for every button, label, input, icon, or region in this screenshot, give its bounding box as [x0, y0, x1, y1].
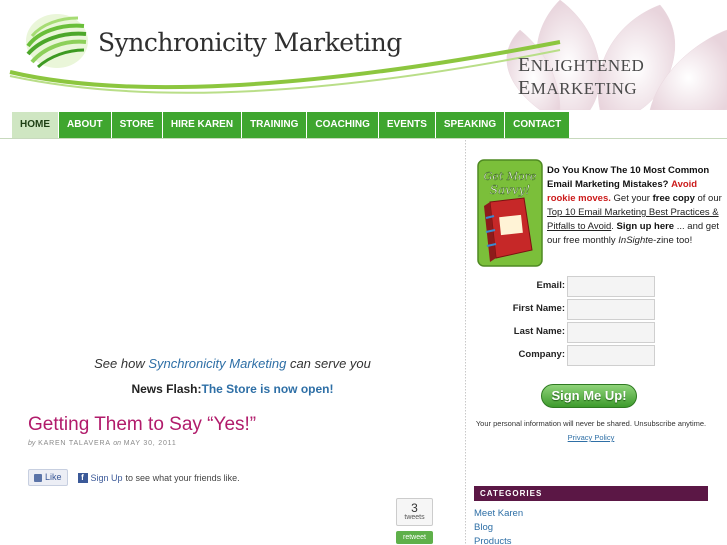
store-open-link[interactable]: The Store is now open!	[202, 382, 334, 396]
last-name-field[interactable]	[567, 322, 655, 343]
company-label: Company:	[518, 349, 565, 360]
email-row: Email:	[466, 276, 727, 298]
category-blog[interactable]: Blog	[474, 521, 523, 535]
company-field[interactable]	[567, 345, 655, 366]
post-date: MAY 30, 2011	[123, 440, 177, 447]
sign-me-up-button[interactable]: Sign Me Up!	[541, 384, 637, 408]
post-title[interactable]: Getting Them to Say “Yes!”	[28, 414, 256, 436]
retweet-button[interactable]: retweet	[396, 531, 433, 544]
svg-text:Savvy!: Savvy!	[490, 183, 531, 197]
sign-up-here-text: Sign up here	[613, 221, 675, 232]
email-label: Email:	[536, 280, 565, 291]
logo-icon	[26, 14, 88, 69]
facebook-signup-link[interactable]: Sign Up	[91, 473, 123, 483]
tweet-counter: 3 tweets	[396, 498, 433, 526]
serve-tagline: See how Synchronicity Marketing can serv…	[94, 356, 371, 371]
nav-contact[interactable]: CONTACT	[505, 112, 571, 138]
report-book-icon[interactable]: Get More Savvy!	[476, 158, 544, 268]
email-field[interactable]	[567, 276, 655, 297]
tweet-count: 3	[411, 501, 418, 515]
thumbs-up-icon	[34, 473, 42, 482]
last-name-row: Last Name:	[466, 322, 727, 344]
post-author[interactable]: KAREN TALAVERA	[38, 440, 110, 447]
company-row: Company:	[466, 345, 727, 367]
category-products[interactable]: Products	[474, 535, 523, 545]
nav-divider	[0, 138, 727, 139]
news-flash: News Flash:The Store is now open!	[131, 382, 334, 396]
site-header: Synchronicity Marketing ENLIGHTENED EMAR…	[0, 0, 727, 110]
categories-list: Meet Karen Blog Products	[474, 507, 523, 545]
main-content: See how Synchronicity Marketing can serv…	[0, 140, 465, 545]
nav-events[interactable]: EVENTS	[378, 112, 436, 138]
brand-name[interactable]: Synchronicity Marketing	[98, 28, 402, 57]
first-name-row: First Name:	[466, 299, 727, 321]
nav-about[interactable]: ABOUT	[59, 112, 112, 138]
sidebar: Get More Savvy! Do You Know The 10 Most …	[466, 140, 727, 545]
nav-store[interactable]: STORE	[111, 112, 163, 138]
facebook-signup-text: to see what your friends like.	[125, 472, 240, 483]
categories-header: CATEGORIES	[474, 486, 708, 501]
last-name-label: Last Name:	[513, 326, 565, 337]
category-meet-karen[interactable]: Meet Karen	[474, 507, 523, 521]
first-name-label: First Name:	[512, 303, 565, 314]
privacy-policy-link[interactable]: Privacy Policy	[568, 433, 615, 442]
post-byline: by KAREN TALAVERA on MAY 30, 2011	[28, 440, 177, 447]
nav-hire-karen[interactable]: HIRE KAREN	[162, 112, 243, 138]
facebook-like-button[interactable]: Like	[28, 469, 68, 486]
facebook-like-bar: Like f Sign Up to see what your friends …	[28, 469, 240, 486]
tagline: ENLIGHTENED EMARKETING	[518, 54, 645, 99]
facebook-icon: f	[77, 472, 88, 483]
nav-home[interactable]: HOME	[12, 112, 59, 138]
tweet-count-label: tweets	[404, 514, 425, 521]
main-nav: HOME ABOUT STORE HIRE KAREN TRAINING COA…	[12, 112, 571, 138]
nav-speaking[interactable]: SPEAKING	[435, 112, 506, 138]
nav-coaching[interactable]: COACHING	[307, 112, 379, 138]
svg-text:Get More: Get More	[484, 170, 537, 183]
email-mistakes-promo: Do You Know The 10 Most Common Email Mar…	[547, 165, 722, 246]
serve-brand-link[interactable]: Synchronicity Marketing	[148, 356, 286, 371]
privacy-note: Your personal information will never be …	[475, 419, 707, 442]
first-name-field[interactable]	[567, 299, 655, 320]
nav-training[interactable]: TRAINING	[242, 112, 308, 138]
